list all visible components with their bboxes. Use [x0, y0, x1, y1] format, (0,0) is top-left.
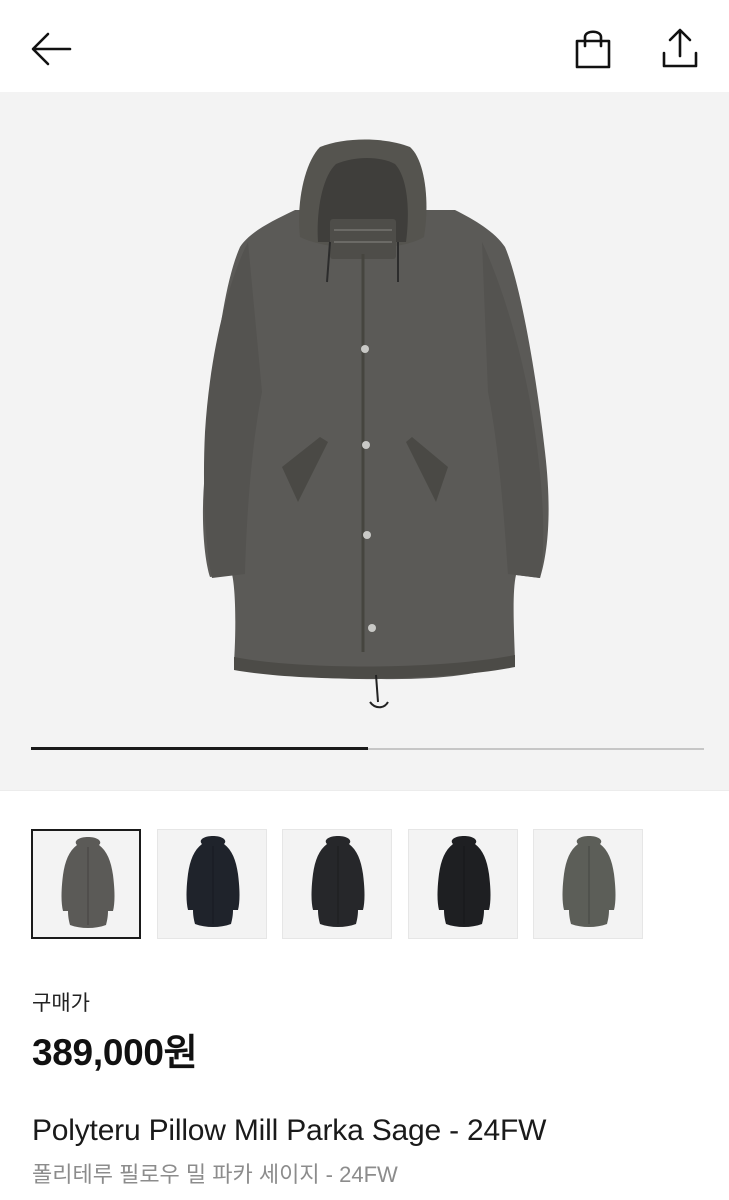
product-subtitle: 폴리테루 필로우 밀 파카 세이지 - 24FW [32, 1162, 398, 1187]
top-bar [0, 0, 729, 92]
thumbnail-image [311, 836, 365, 927]
shopping-bag-button[interactable] [570, 26, 616, 72]
thumbnail-image [562, 836, 616, 927]
price-label: 구매가 [32, 992, 90, 1015]
thumbnail-5[interactable] [533, 829, 643, 939]
share-button[interactable] [657, 26, 703, 72]
back-button[interactable] [28, 26, 74, 72]
thumbnail-3[interactable] [282, 829, 392, 939]
image-progress-indicator [31, 747, 368, 750]
product-price: 389,000원 [32, 1032, 198, 1073]
thumbnail-2[interactable] [157, 829, 267, 939]
thumbnail-image [437, 836, 491, 927]
thumbnail-4[interactable] [408, 829, 518, 939]
shopping-bag-icon [575, 30, 611, 69]
arrow-left-icon [31, 32, 72, 66]
share-upload-icon [662, 28, 698, 68]
product-image-carousel[interactable] [0, 92, 729, 790]
image-progress-track [31, 747, 704, 750]
thumbnail-image [186, 836, 240, 927]
thumbnail-image [61, 837, 115, 928]
section-divider [0, 790, 729, 791]
thumbnail-strip [31, 829, 651, 941]
product-title: Polyteru Pillow Mill Parka Sage - 24FW [32, 1114, 547, 1147]
thumbnail-1[interactable] [31, 829, 141, 939]
product-main-image [202, 139, 549, 709]
